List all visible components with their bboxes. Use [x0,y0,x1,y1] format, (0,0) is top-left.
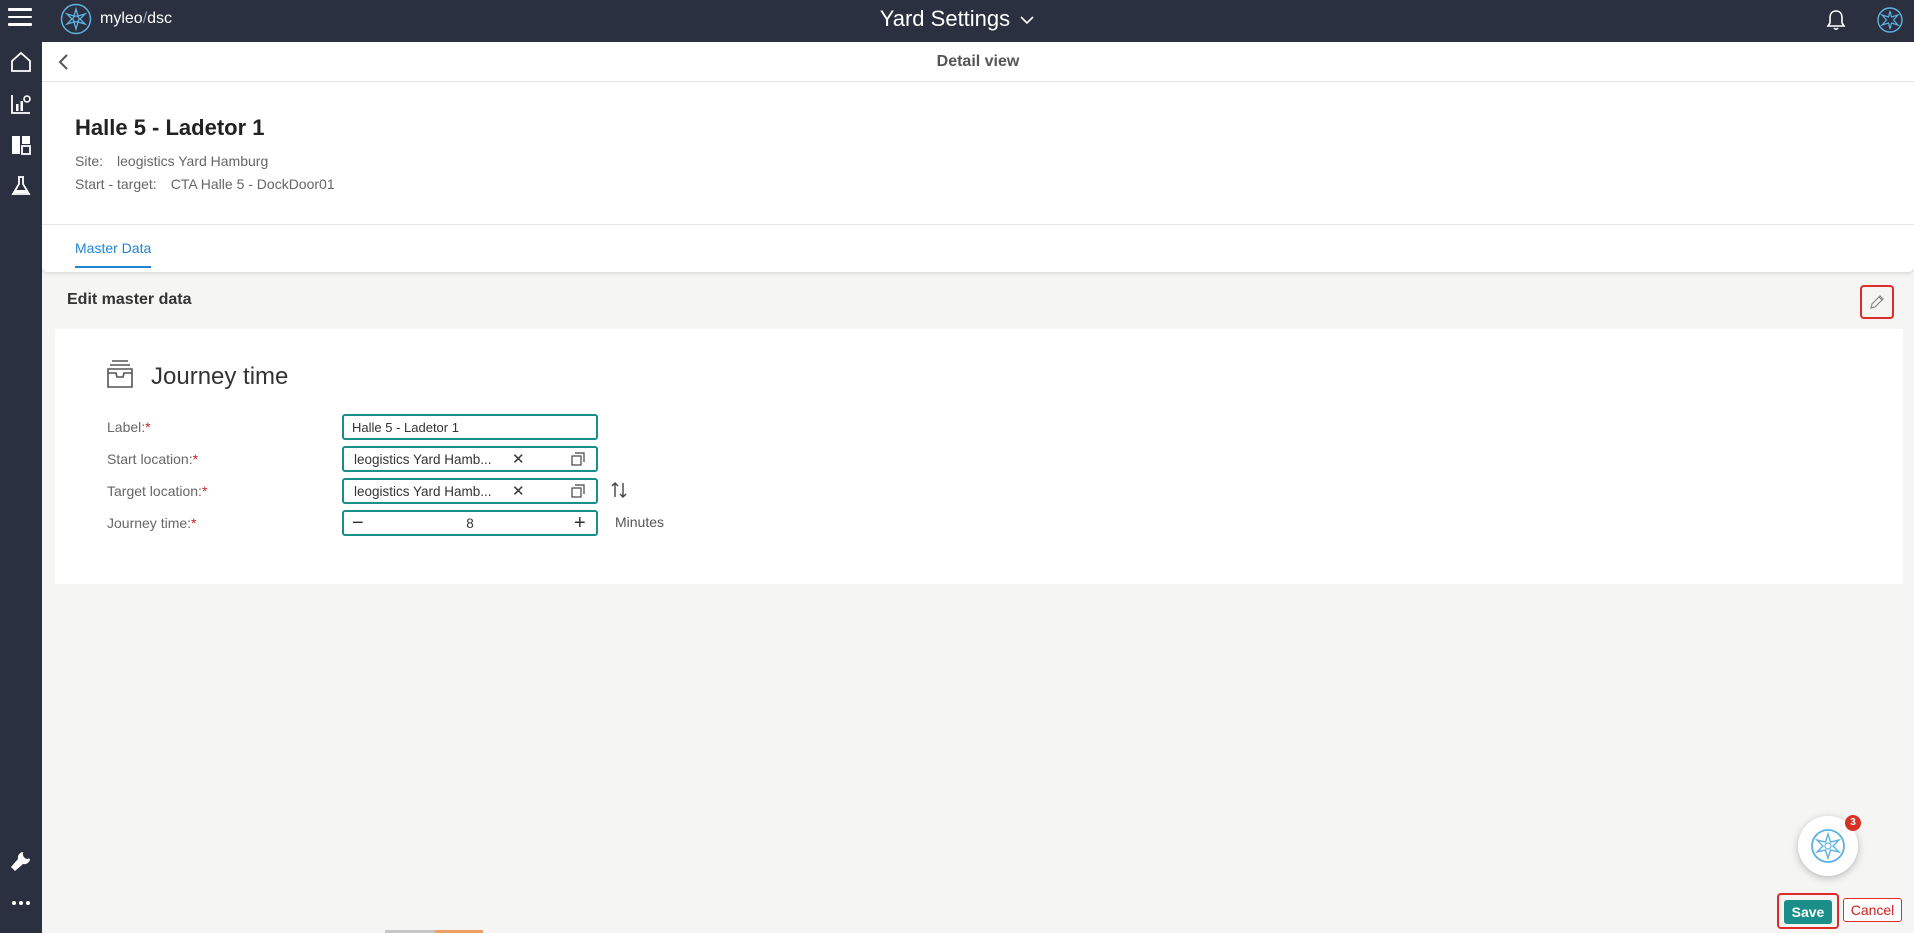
top-bar: myleo/dsc Yard Settings [0,0,1914,42]
cancel-button[interactable]: Cancel [1843,898,1902,922]
save-button[interactable]: Save [1784,900,1832,924]
open-value-help-icon[interactable] [571,484,585,498]
start-target-value: CTA Halle 5 - DockDoor01 [170,176,335,192]
lab-flask-icon[interactable] [9,174,33,198]
journey-time-unit: Minutes [615,514,665,530]
open-value-help-icon[interactable] [571,452,585,466]
chevron-down-icon [1020,16,1034,25]
target-location-label: Target location:* [107,483,208,499]
target-location-field[interactable]: leogistics Yard Hamb... ✕ [342,478,598,504]
left-sidebar [0,42,42,933]
detail-view-title: Detail view [936,53,1020,70]
wrench-icon[interactable] [9,849,33,873]
section-title: Journey time [151,363,289,390]
assistant-icon [1811,829,1845,863]
notification-badge: 3 [1845,815,1861,831]
clear-icon[interactable]: ✕ [512,450,525,468]
label-field-label: Label:* [107,419,151,435]
more-icon[interactable] [9,891,33,915]
app-title[interactable]: Yard Settings [0,6,1914,32]
detail-header-bar: Detail view [42,42,1914,82]
start-target-row: Start - target: CTA Halle 5 - DockDoor01 [75,176,335,192]
analytics-icon[interactable] [9,92,33,116]
dashboard-icon[interactable] [9,133,33,157]
pencil-icon [1870,295,1884,309]
tabs-bar: Master Data [42,224,1914,272]
record-header-card: Halle 5 - Ladetor 1 Site: leogistics Yard… [42,82,1914,224]
start-location-label: Start location:* [107,451,199,467]
journey-time-label: Journey time:* [107,515,197,531]
home-icon[interactable] [9,50,33,74]
site-row: Site: leogistics Yard Hamburg [75,153,268,169]
target-location-value: leogistics Yard Hamb... [354,484,492,499]
archive-box-icon [107,360,133,388]
site-label: Site: [75,153,104,169]
journey-time-value[interactable]: 8 [344,516,596,531]
edit-master-data-title: Edit master data [67,291,192,308]
bell-icon[interactable] [1824,8,1848,32]
journey-time-stepper[interactable]: − 8 + [342,510,598,536]
swap-arrows-icon[interactable] [609,480,629,500]
edit-button[interactable] [1860,285,1894,319]
clear-icon[interactable]: ✕ [512,482,525,500]
start-target-label: Start - target: [75,176,157,192]
start-location-value: leogistics Yard Hamb... [354,452,492,467]
label-input[interactable]: Halle 5 - Ladetor 1 [342,414,598,440]
record-title: Halle 5 - Ladetor 1 [75,115,265,140]
increment-button[interactable]: + [574,513,586,533]
journey-time-form: Journey time Label:* Halle 5 - Ladetor 1… [55,329,1903,584]
start-location-field[interactable]: leogistics Yard Hamb... ✕ [342,446,598,472]
site-value: leogistics Yard Hamburg [117,153,269,169]
user-avatar-icon[interactable] [1876,6,1904,34]
tab-master-data[interactable]: Master Data [75,240,152,268]
save-highlight: Save [1777,893,1839,929]
